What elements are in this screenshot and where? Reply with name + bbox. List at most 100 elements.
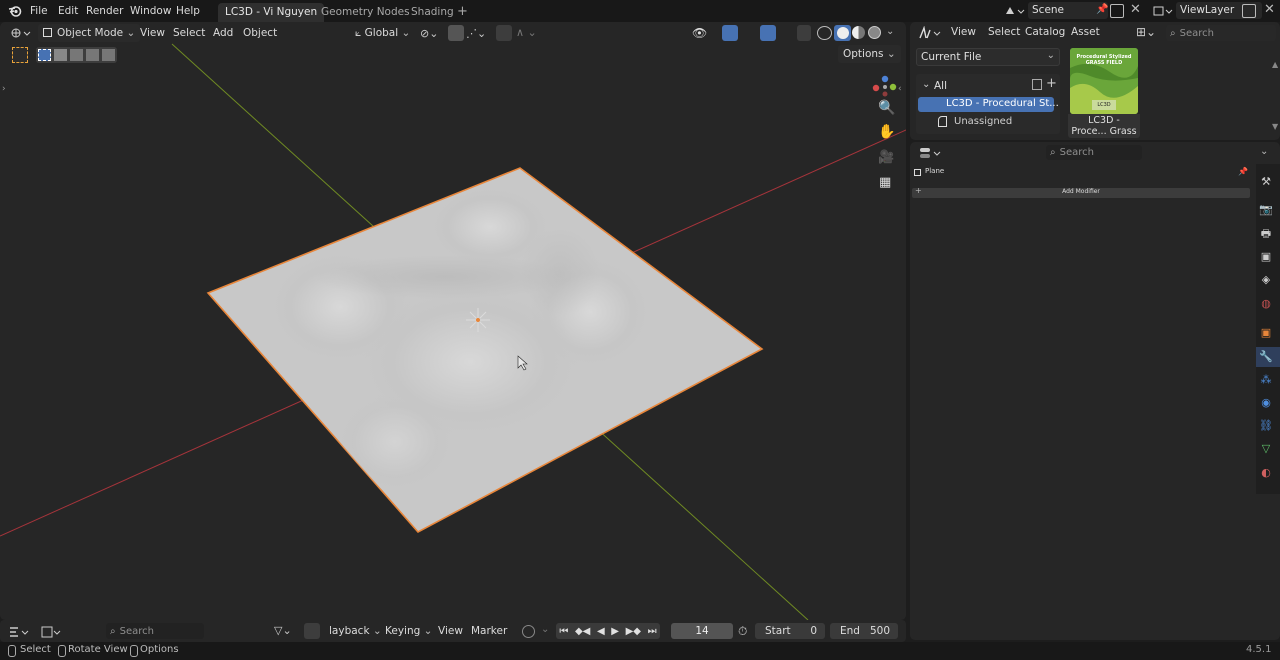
menu-render[interactable]: Render	[80, 0, 129, 22]
properties-editor-type-icon[interactable]	[918, 146, 944, 160]
timer-icon[interactable]: ⏱	[738, 624, 747, 639]
start-frame-field[interactable]: Start 0	[755, 623, 825, 639]
asset-editor-type-icon[interactable]	[918, 25, 942, 40]
particles-tab-icon[interactable]: ⁂	[1258, 372, 1274, 388]
menu-keying[interactable]: Keying ⌄	[380, 622, 437, 640]
jump-end-icon[interactable]: ⏭	[648, 626, 657, 637]
menu-file[interactable]: File	[24, 0, 54, 22]
axis-gizmo-icon[interactable]	[872, 74, 898, 98]
pivot-point-icon[interactable]: ⊘⌄	[420, 27, 438, 40]
menu-select[interactable]: Select	[168, 24, 210, 42]
only-show-selected-icon[interactable]	[304, 623, 320, 639]
sidebar-expand-icon[interactable]: ‹	[898, 84, 902, 94]
menu-add[interactable]: Add	[208, 24, 238, 42]
close-icon[interactable]: ✕	[1130, 2, 1141, 17]
render-tab-icon[interactable]: 📷	[1258, 202, 1274, 218]
scene-selector-icon[interactable]	[1004, 4, 1026, 18]
add-workspace-button[interactable]: +	[450, 3, 475, 22]
pan-hand-icon[interactable]: ✋	[878, 124, 895, 140]
object-mode-dropdown[interactable]: Object Mode ⌄	[38, 24, 141, 42]
gizmo-toggle-icon[interactable]	[722, 25, 738, 41]
perspective-grid-icon[interactable]: ▦	[879, 175, 891, 190]
next-keyframe-icon[interactable]: ▶◆	[626, 626, 641, 637]
visibility-eye-icon[interactable]: 👁	[692, 26, 707, 40]
new-scene-icon[interactable]	[1110, 4, 1124, 18]
timeline-search-input[interactable]: ⌕ Search	[106, 623, 204, 639]
menu-timeline-view[interactable]: View	[433, 622, 468, 640]
menu-object[interactable]: Object	[238, 24, 282, 42]
keying-options-icon[interactable]: ⌄	[541, 624, 549, 635]
shading-options-icon[interactable]: ⌄	[886, 26, 894, 37]
snap-target-icon[interactable]: ⋰⌄	[466, 27, 486, 40]
solid-shading-button[interactable]	[834, 25, 851, 41]
wireframe-shading-icon[interactable]	[817, 26, 832, 40]
transform-orientation-dropdown[interactable]: ⟀ Global ⌄	[350, 24, 415, 42]
scene-tab-icon[interactable]: ◈	[1258, 272, 1274, 288]
select-invert-icon[interactable]	[86, 49, 99, 61]
prev-keyframe-icon[interactable]: ◆◀	[575, 626, 590, 637]
display-mode-icon[interactable]: ⊞⌄	[1136, 25, 1156, 39]
library-dropdown[interactable]: Current File ⌄	[916, 48, 1060, 66]
output-tab-icon[interactable]: 🖶	[1258, 226, 1274, 242]
catalog-all[interactable]: All	[934, 80, 947, 92]
select-subtract-icon[interactable]	[70, 49, 83, 61]
auto-keying-icon[interactable]	[522, 625, 535, 638]
add-modifier-button[interactable]: + Add Modifier	[912, 186, 1250, 198]
filter-icon[interactable]: ▽⌄	[274, 624, 292, 637]
menu-view[interactable]: View	[135, 24, 170, 42]
scroll-down-icon[interactable]: ▼	[1272, 122, 1278, 131]
tab-workspace-main[interactable]: LC3D - Vi Nguyen	[218, 3, 325, 22]
play-icon[interactable]: ▶	[611, 626, 619, 637]
pin-icon[interactable]: 📌	[1096, 4, 1108, 15]
menu-help[interactable]: Help	[170, 0, 206, 22]
asset-menu-asset[interactable]: Asset	[1066, 23, 1105, 41]
select-tool-icon[interactable]	[12, 47, 28, 63]
select-new-icon[interactable]	[38, 49, 51, 61]
3d-viewport[interactable]: Object Mode ⌄ View Select Add Object ⟀ G…	[0, 22, 906, 620]
viewport-scene[interactable]	[0, 22, 906, 620]
catalog-unassigned[interactable]: Unassigned	[954, 116, 1012, 127]
select-extend-icon[interactable]	[54, 49, 67, 61]
material-shading-icon[interactable]	[852, 26, 865, 39]
properties-search-input[interactable]: ⌕ Search	[1046, 145, 1142, 160]
view-layer-icon[interactable]	[1152, 4, 1174, 18]
catalog-item-selected[interactable]: LC3D - Procedural St...	[918, 97, 1059, 112]
add-catalog-icon[interactable]: +	[1046, 76, 1057, 91]
timeline-editor-type-icon[interactable]	[8, 625, 32, 639]
plane-mesh[interactable]	[206, 167, 764, 534]
play-reverse-icon[interactable]: ◀	[597, 626, 605, 637]
view-mode-icon[interactable]	[40, 625, 64, 639]
zoom-icon[interactable]: 🔍	[878, 100, 895, 116]
asset-menu-view[interactable]: View	[946, 23, 981, 41]
blender-logo-icon[interactable]	[8, 4, 22, 18]
select-intersect-icon[interactable]	[102, 49, 115, 61]
constraints-tab-icon[interactable]: ⛓	[1258, 418, 1274, 434]
jump-start-icon[interactable]: ⏮	[559, 626, 568, 637]
menu-playback[interactable]: layback ⌄	[324, 622, 387, 640]
view-layer-tab-icon[interactable]: ▣	[1258, 249, 1274, 265]
data-tab-icon[interactable]: ▽	[1258, 441, 1274, 457]
save-catalog-icon[interactable]	[1032, 79, 1042, 90]
close-view-layer-icon[interactable]: ✕	[1264, 2, 1275, 17]
new-view-layer-icon[interactable]	[1242, 4, 1256, 18]
camera-view-icon[interactable]: 🎥	[878, 150, 894, 165]
object-tab-icon[interactable]: ▣	[1258, 325, 1274, 341]
current-frame-field[interactable]: 14	[671, 623, 733, 639]
scroll-up-icon[interactable]: ▲	[1272, 60, 1278, 69]
pin-icon[interactable]: 📌	[1238, 167, 1248, 176]
toolbar-expand-icon[interactable]: ›	[2, 84, 6, 94]
tab-geometry-nodes[interactable]: Geometry Nodes	[314, 3, 417, 22]
physics-tab-icon[interactable]: ◉	[1258, 395, 1274, 411]
material-tab-icon[interactable]: ◐	[1258, 465, 1274, 481]
tool-tab-icon[interactable]: ⚒	[1258, 174, 1274, 190]
overlay-toggle-icon[interactable]	[760, 25, 776, 41]
editor-type-icon[interactable]	[10, 26, 32, 40]
falloff-icon[interactable]: ∧ ⌄	[516, 26, 537, 39]
menu-marker[interactable]: Marker	[466, 622, 512, 640]
asset-menu-catalog[interactable]: Catalog	[1020, 23, 1070, 41]
end-frame-field[interactable]: End 500	[830, 623, 898, 639]
asset-search-input[interactable]: ⌕ Search	[1166, 25, 1276, 41]
rendered-shading-icon[interactable]	[868, 26, 881, 39]
snap-toggle-icon[interactable]	[448, 25, 464, 41]
properties-options-icon[interactable]: ⌄	[1260, 146, 1268, 157]
